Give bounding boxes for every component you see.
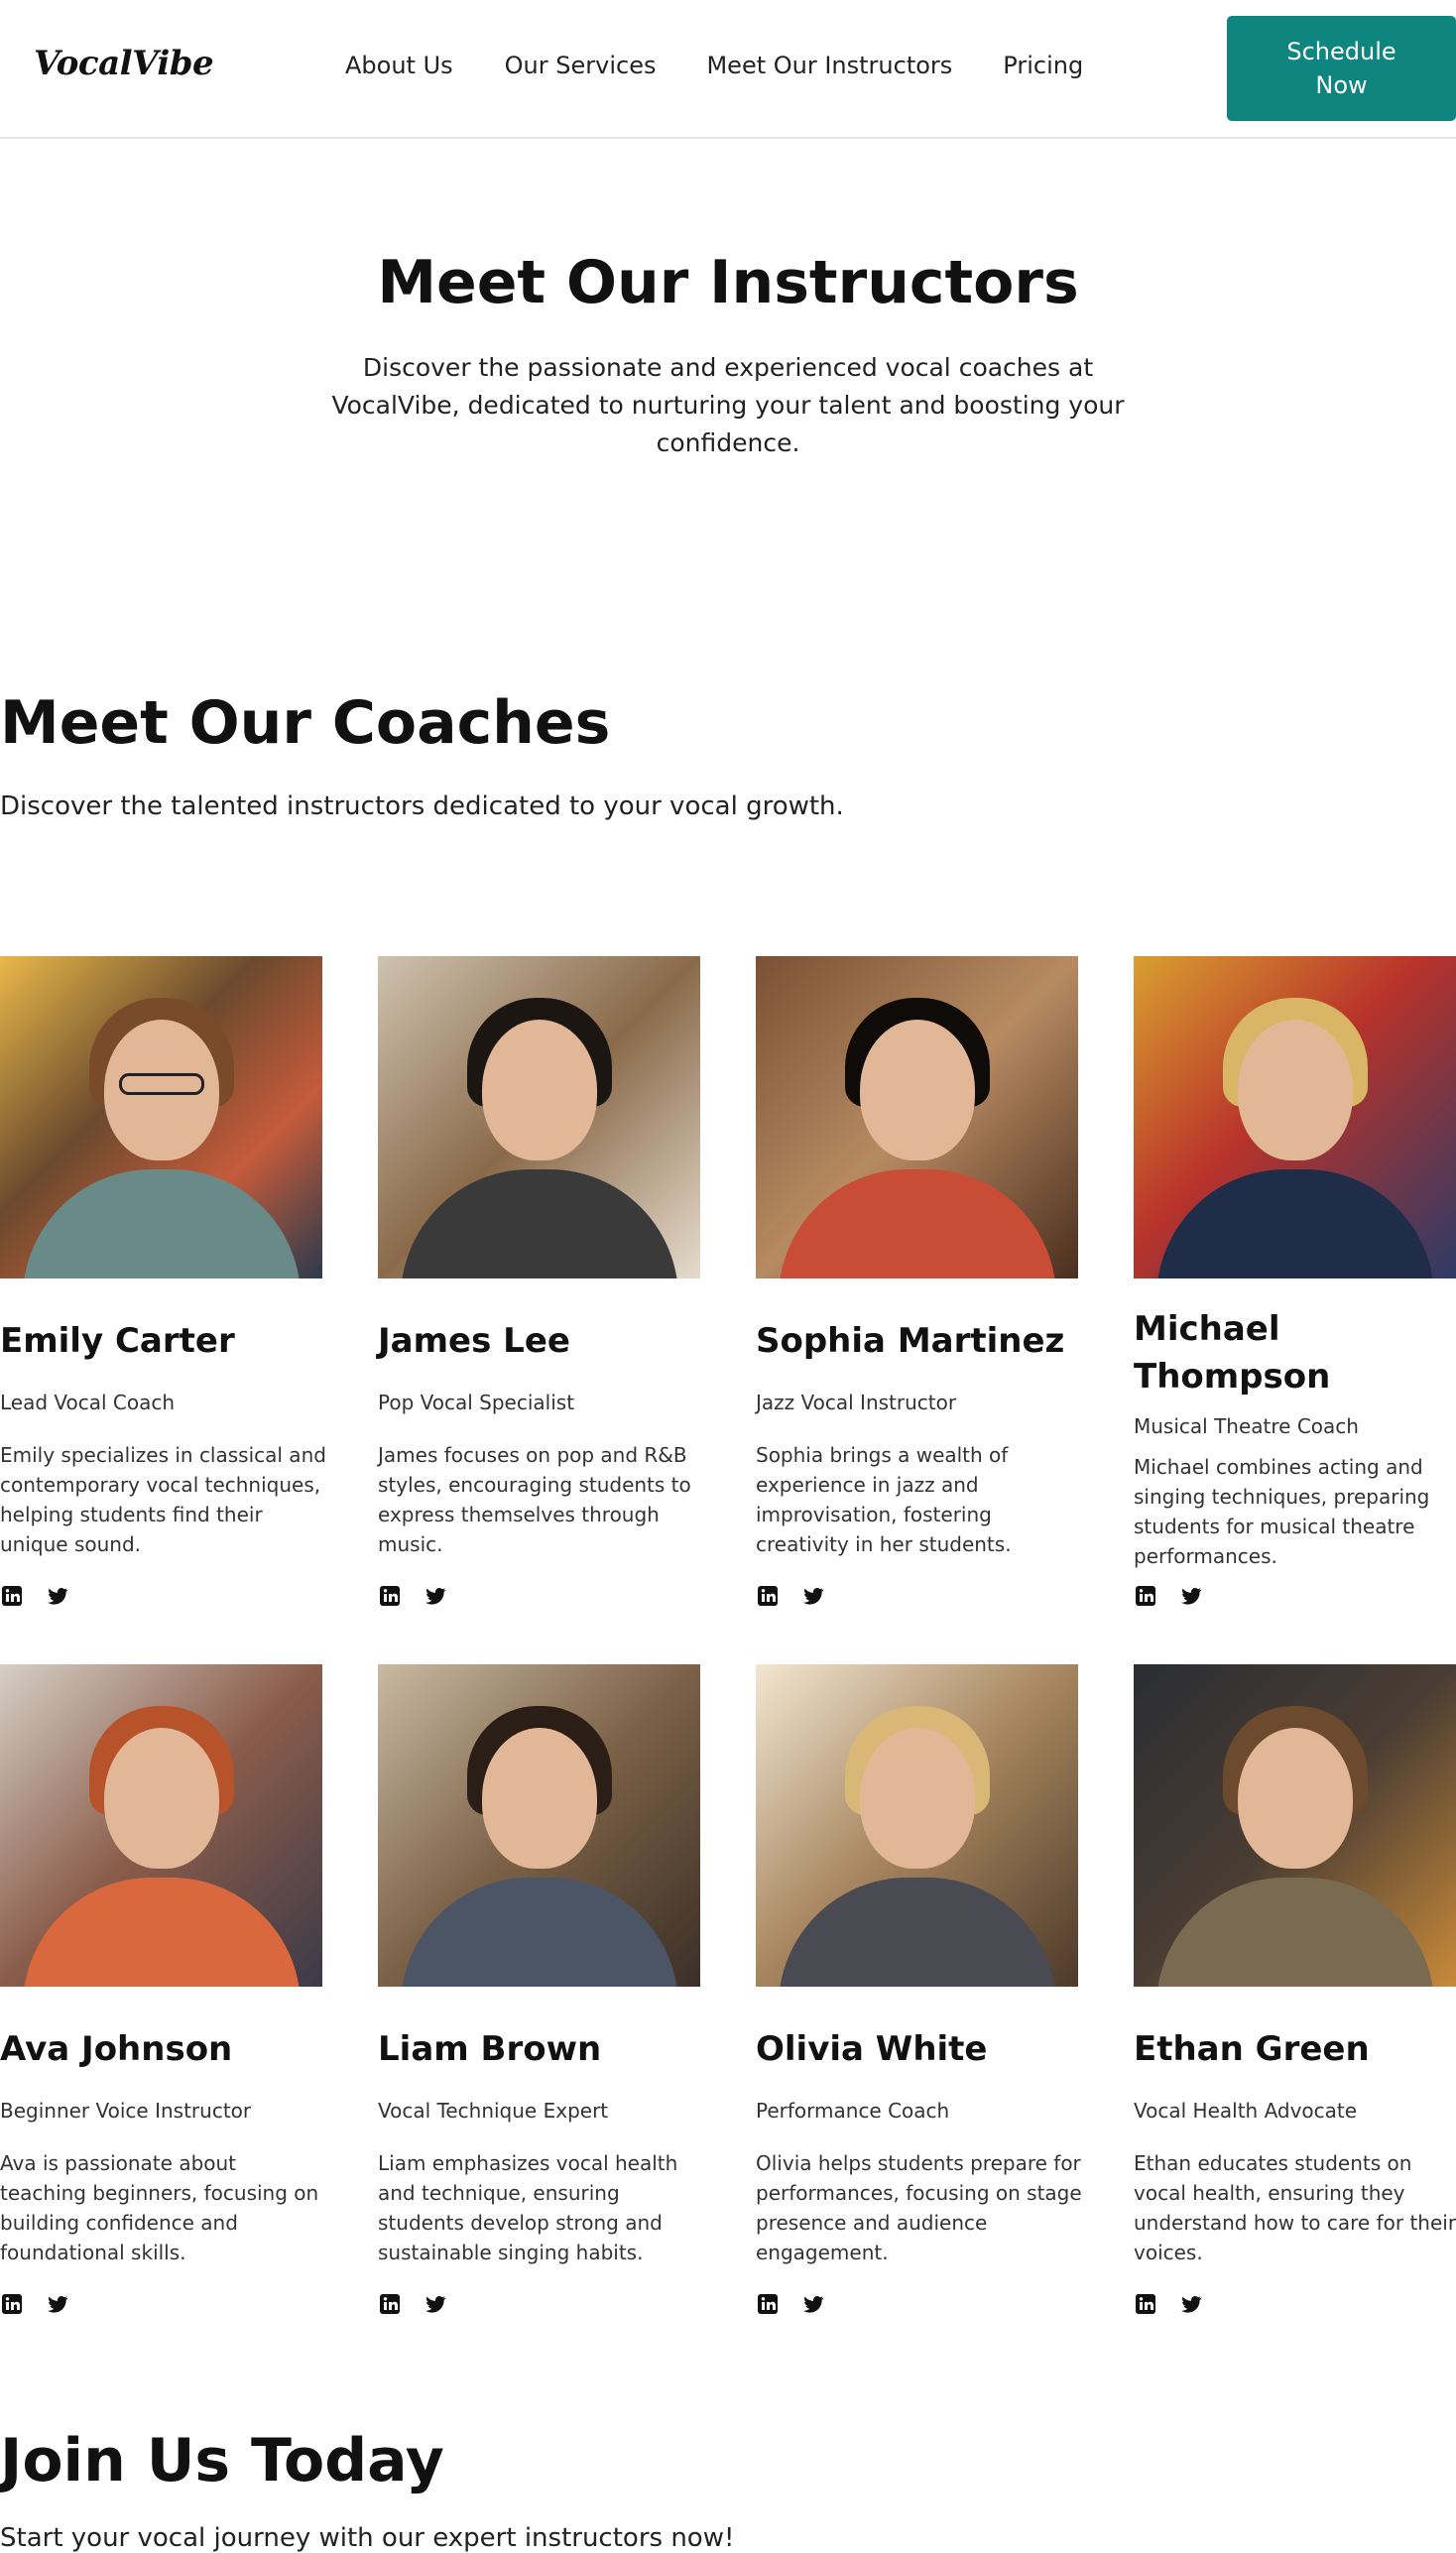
page-title: Meet Our Instructors (377, 248, 1079, 317)
coach-name: Olivia White (756, 2029, 988, 2069)
coach-role: Beginner Voice Instructor (0, 2099, 252, 2123)
logo[interactable]: VocalVibe (34, 44, 214, 83)
site-header: VocalVibe About Us Our Services Meet Our… (0, 0, 1456, 139)
coach-role: Vocal Health Advocate (1134, 2099, 1358, 2123)
coach-card: Emily Carter Lead Vocal Coach Emily specia… (0, 956, 326, 1631)
coach-name: Emily Carter (0, 1321, 235, 1361)
coach-social-links (378, 2292, 447, 2316)
coach-photo (756, 1664, 1078, 1987)
coach-social-links (756, 2292, 825, 2316)
main-nav: About Us Our Services Meet Our Instructo… (345, 52, 1133, 79)
coach-description: Emily specializes in classical and conte… (0, 1443, 326, 1556)
hero-subtitle: Discover the passionate and experienced … (331, 353, 1125, 457)
coach-description: Sophia brings a wealth of experience in … (756, 1443, 1012, 1556)
coach-card: Olivia White Performance Coach Olivia help… (756, 1664, 1082, 2339)
coach-name: James Lee (378, 1321, 570, 1361)
twitter-icon[interactable] (424, 1584, 447, 1608)
twitter-icon[interactable] (801, 2292, 825, 2316)
linkedin-icon[interactable] (378, 1584, 402, 1608)
coach-photo (756, 956, 1078, 1278)
coach-description: James focuses on pop and R&B styles, enc… (378, 1443, 691, 1556)
coaches-section-subtitle: Discover the talented instructors dedica… (0, 791, 844, 821)
coach-name: Ethan Green (1134, 2029, 1370, 2069)
coach-role: Musical Theatre Coach (1134, 1414, 1359, 1438)
coach-social-links (1134, 2292, 1203, 2316)
coach-role: Pop Vocal Specialist (378, 1391, 575, 1414)
linkedin-icon[interactable] (378, 2292, 402, 2316)
coach-photo (378, 956, 700, 1278)
coach-card: Michael Thompson Musical Theatre Coach Mic… (1134, 956, 1456, 1631)
coach-role: Vocal Technique Expert (378, 2099, 609, 2123)
coach-role: Jazz Vocal Instructor (756, 1391, 957, 1414)
coach-social-links (756, 1584, 825, 1608)
twitter-icon[interactable] (46, 1584, 69, 1608)
linkedin-icon[interactable] (1134, 1584, 1157, 1608)
coach-photo (0, 956, 322, 1278)
coach-description: Liam emphasizes vocal health and techniq… (378, 2151, 678, 2264)
nav-pricing[interactable]: Pricing (1003, 52, 1083, 79)
schedule-now-button[interactable]: Schedule Now (1227, 16, 1456, 121)
coach-card: Liam Brown Vocal Technique Expert Liam emp… (378, 1664, 700, 2339)
linkedin-icon[interactable] (756, 1584, 780, 1608)
join-title: Join Us Today (0, 2426, 444, 2495)
twitter-icon[interactable] (801, 1584, 825, 1608)
coach-social-links (0, 1584, 69, 1608)
coach-name: Liam Brown (378, 2029, 602, 2069)
coach-card: Ava Johnson Beginner Voice Instructor Ava … (0, 1664, 322, 2339)
linkedin-icon[interactable] (0, 2292, 24, 2316)
twitter-icon[interactable] (1179, 1584, 1203, 1608)
linkedin-icon[interactable] (1134, 2292, 1157, 2316)
nav-our-services[interactable]: Our Services (505, 52, 657, 79)
coach-role: Performance Coach (756, 2099, 950, 2123)
coach-description: Ethan educates students on vocal health,… (1134, 2151, 1456, 2264)
twitter-icon[interactable] (1179, 2292, 1203, 2316)
coach-social-links (1134, 1584, 1203, 1608)
coach-name: Sophia Martinez (756, 1321, 1065, 1361)
coach-card: James Lee Pop Vocal Specialist James focus… (378, 956, 700, 1631)
coaches-section-title: Meet Our Coaches (0, 688, 611, 758)
coach-description: Olivia helps students prepare for perfor… (756, 2151, 1082, 2264)
coach-social-links (378, 1584, 447, 1608)
coach-name: Michael Thompson (1134, 1309, 1331, 1397)
nav-meet-our-instructors[interactable]: Meet Our Instructors (706, 52, 952, 79)
coach-photo (1134, 956, 1456, 1278)
linkedin-icon[interactable] (0, 1584, 24, 1608)
twitter-icon[interactable] (46, 2292, 69, 2316)
coach-photo (1134, 1664, 1456, 1987)
nav-about-us[interactable]: About Us (345, 52, 453, 79)
coach-name: Ava Johnson (0, 2029, 233, 2069)
coach-photo (0, 1664, 322, 1987)
coach-card: Ethan Green Vocal Health Advocate Ethan ed… (1134, 1664, 1456, 2339)
coach-description: Michael combines acting and singing tech… (1134, 1455, 1430, 1568)
coach-description: Ava is passionate about teaching beginne… (0, 2151, 319, 2264)
coach-social-links (0, 2292, 69, 2316)
coach-card: Sophia Martinez Jazz Vocal Instructor Soph… (756, 956, 1078, 1631)
twitter-icon[interactable] (424, 2292, 447, 2316)
join-subtitle: Start your vocal journey with our expert… (0, 2523, 735, 2553)
coach-role: Lead Vocal Coach (0, 1391, 176, 1414)
coach-photo (378, 1664, 700, 1987)
linkedin-icon[interactable] (756, 2292, 780, 2316)
